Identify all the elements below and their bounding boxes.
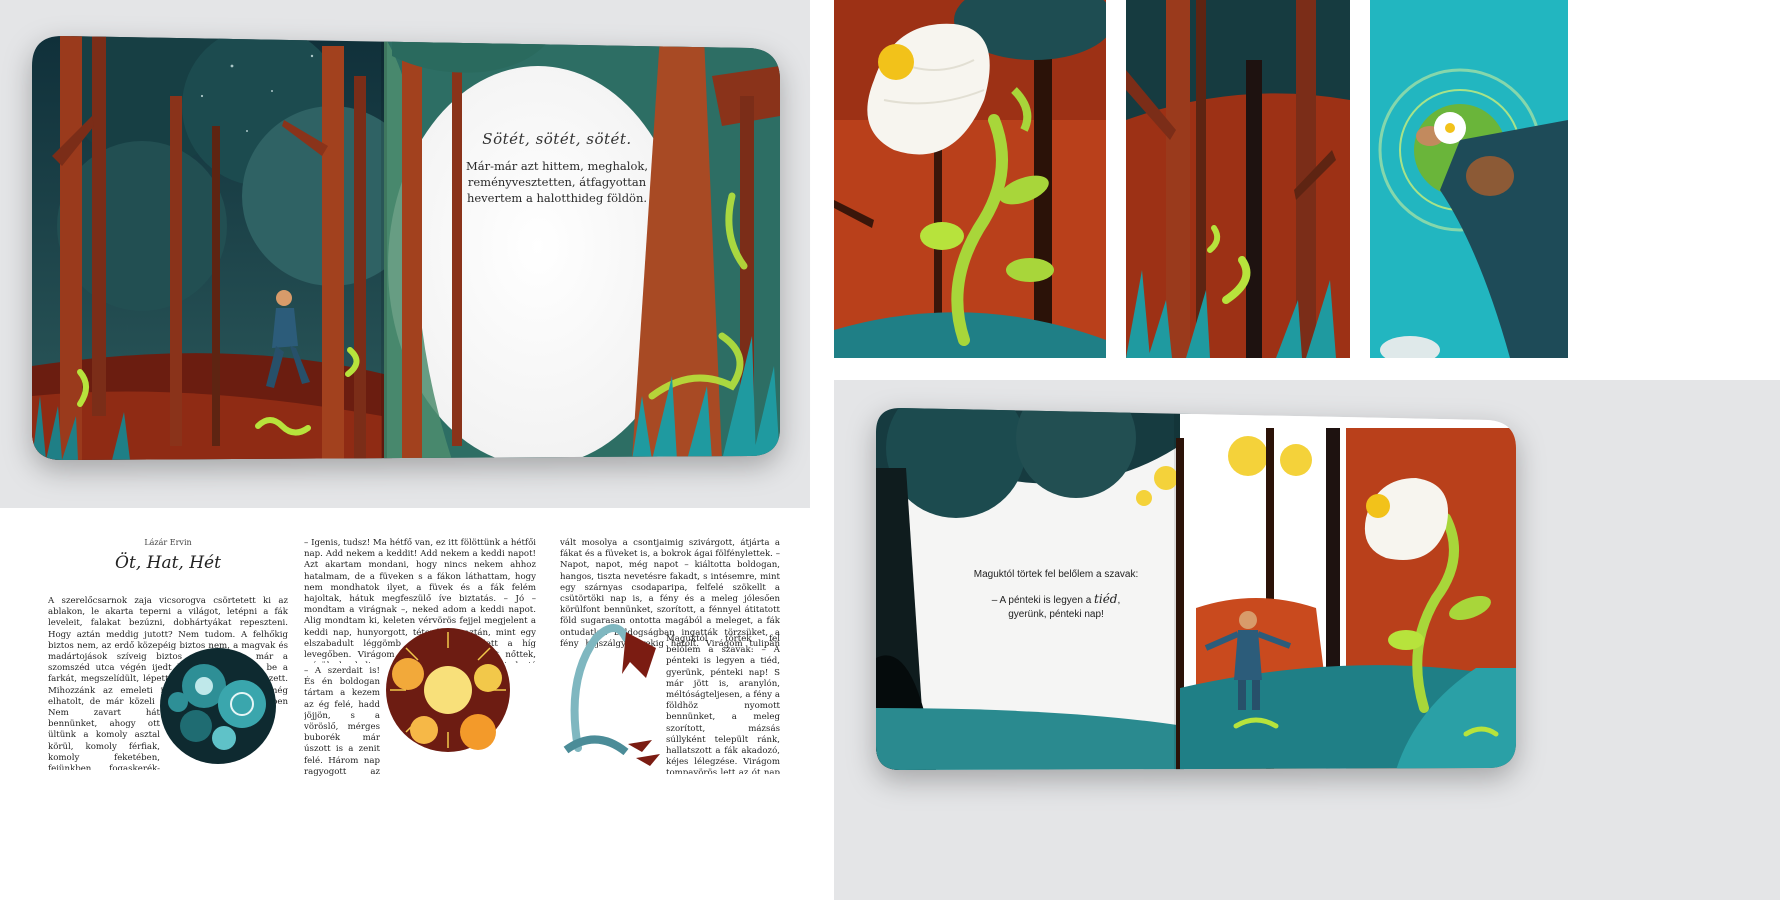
spread2-line-2-start: – A pénteki is legyen a xyxy=(991,595,1095,606)
spread2-line-2: – A pénteki is legyen a tiéd, xyxy=(956,592,1156,608)
small-daisy xyxy=(1434,112,1466,144)
author-name: Lázár Ervin xyxy=(144,538,192,547)
spread2-text-block: Maguktól törtek fel belőlem a szavak: – … xyxy=(956,568,1156,622)
book-spread-2: Maguktól törtek fel belőlem a szavak: – … xyxy=(876,408,1516,770)
closeup-panel-flower xyxy=(834,0,1114,358)
text-layout-page: Lázár Ervin Öt, Hat, Hét A szerelőcsarno… xyxy=(0,508,810,900)
text-column-1-bottom: Nem zavart hát bennünket, ahogy ott ültü… xyxy=(48,708,160,770)
story-header: Lázár Ervin Öt, Hat, Hét xyxy=(48,538,288,573)
suns-illustration xyxy=(378,620,518,764)
forest-illustration-1 xyxy=(32,36,780,460)
spread1-text-block: Sötét, sötét, sötét. Már-már azt hittem,… xyxy=(452,130,662,206)
text-column-2-bottom: – A szerdait is! És én boldogan tártam a… xyxy=(304,666,380,777)
story-title: Öt, Hat, Hét xyxy=(115,553,221,573)
closeup-panel-trees xyxy=(1126,0,1350,359)
spread1-body-text: Már-már azt hittem, meghalok, reményvesz… xyxy=(465,159,649,205)
spread1-heading: Sötét, sötét, sötét. xyxy=(482,130,632,148)
book-spread-1: Sötét, sötét, sötét. Már-már azt hittem,… xyxy=(32,36,780,460)
spread2-emphasis-word: tiéd xyxy=(1094,592,1118,606)
wilting-flower-illustration xyxy=(556,618,666,772)
text-column-3-bottom: Maguktól törtek fel belőlem a szavak: – … xyxy=(666,634,780,774)
spread2-line-3: gyerünk, pénteki nap! xyxy=(1008,609,1104,620)
closeup-panel-hand xyxy=(1370,0,1568,364)
spread2-line-2-end: , xyxy=(1117,595,1121,606)
gears-illustration xyxy=(158,646,278,770)
spread2-line-1: Maguktól törtek fel belőlem a szavak: xyxy=(973,569,1139,580)
